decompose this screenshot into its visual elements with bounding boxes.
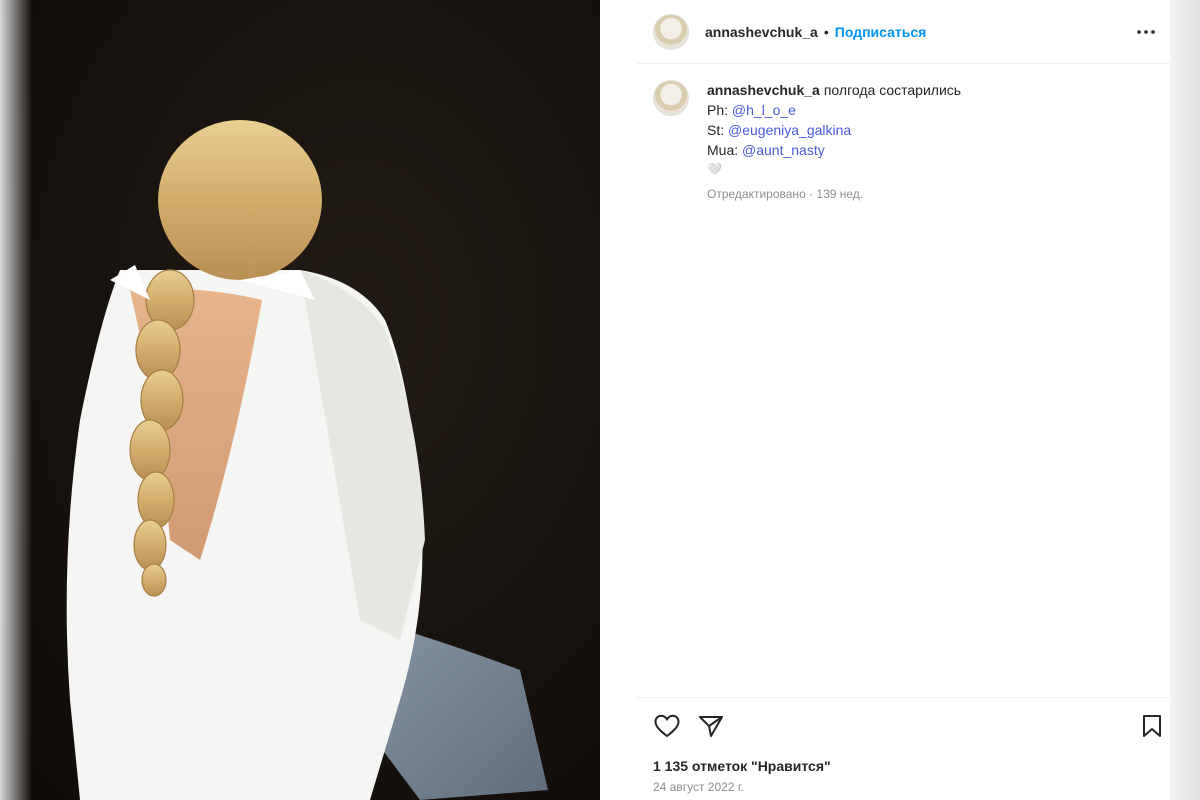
caption-username[interactable]: annashevchuk_a (707, 82, 820, 98)
white-heart-emoji: 🤍 (707, 162, 722, 176)
follow-button[interactable]: Подписаться (835, 24, 927, 40)
like-count[interactable]: 1 135 отметок "Нравится" (653, 758, 831, 774)
caption-credit-line: Mua: @aunt_nasty (707, 140, 961, 160)
post-caption: annashevchuk_a полгода состарились Ph: @h… (653, 80, 1153, 204)
mention-link[interactable]: @aunt_nasty (742, 142, 825, 158)
author-avatar[interactable] (653, 13, 689, 50)
heart-icon[interactable] (653, 712, 681, 740)
header-separator: • (823, 23, 829, 40)
post-image[interactable] (0, 0, 600, 800)
mention-link[interactable]: @eugeniya_galkina (728, 122, 851, 138)
more-horizontal-icon[interactable] (1134, 20, 1158, 44)
left-edge-shade (0, 0, 32, 800)
mention-link[interactable]: @h_l_o_e (732, 102, 796, 118)
caption-credit-line: St: @eugeniya_galkina (707, 120, 961, 140)
post-side-panel: annashevchuk_a • Подписаться annashevchu… (637, 0, 1170, 800)
credit-prefix: Ph: (707, 102, 729, 118)
credit-prefix: St: (707, 122, 725, 138)
right-edge-shade (1170, 0, 1200, 800)
author-username[interactable]: annashevchuk_a (705, 24, 818, 40)
post-photo (0, 0, 600, 800)
caption-body: annashevchuk_a полгода состарились Ph: @h… (707, 80, 961, 204)
edited-timestamp[interactable]: Отредактировано · 139 нед. (707, 184, 961, 204)
caption-first-line: annashevchuk_a полгода состарились (707, 80, 961, 100)
post-actions (637, 697, 1170, 753)
paper-plane-icon[interactable] (697, 712, 725, 740)
post-date: 24 август 2022 г. (653, 780, 745, 794)
bookmark-icon[interactable] (1138, 712, 1166, 740)
post-header: annashevchuk_a • Подписаться (637, 0, 1170, 64)
caption-text: полгода состарились (823, 82, 962, 98)
credit-prefix: Mua: (707, 142, 739, 158)
caption-credit-line: Ph: @h_l_o_e (707, 100, 961, 120)
caption-avatar[interactable] (653, 80, 689, 116)
